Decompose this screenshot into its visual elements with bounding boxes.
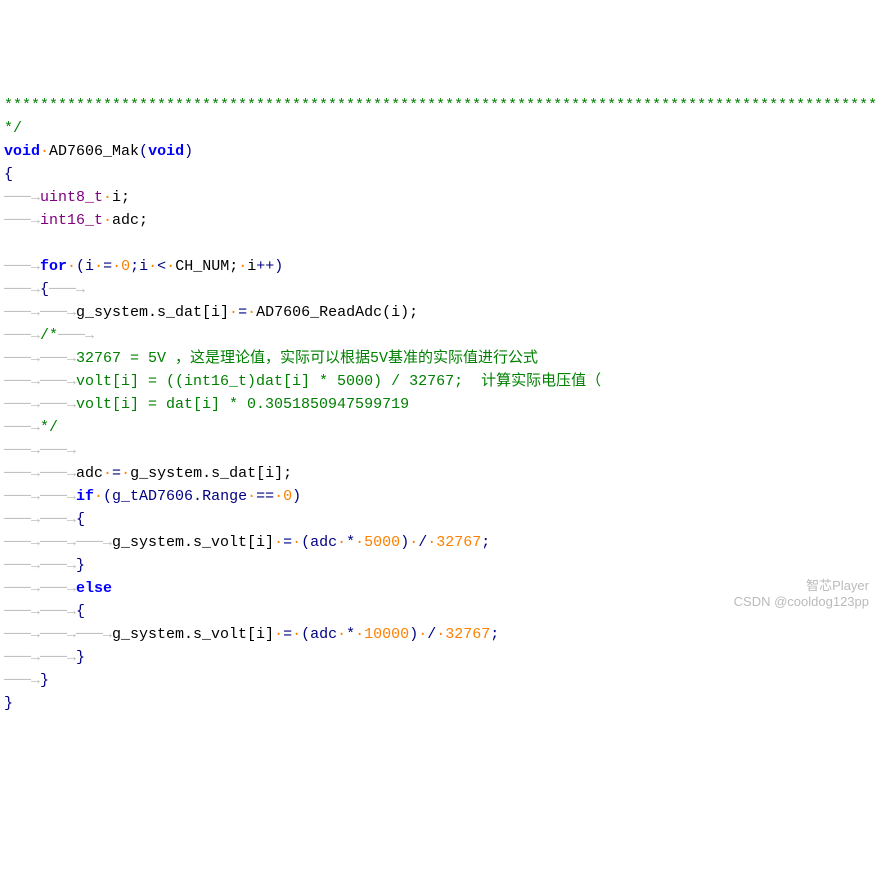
- watermark-line1: 智芯Player: [806, 578, 869, 593]
- comment-line: volt[i] = dat[i] * 0.3051850947599719: [76, 396, 409, 413]
- kw-else: else: [76, 580, 112, 597]
- fn-name: AD7606_Mak: [49, 143, 139, 160]
- comment-close: */: [4, 120, 22, 137]
- comment-line: volt[i] = ((int16_t)dat[i] * 5000) / 327…: [76, 373, 601, 390]
- watermark-line2: CSDN @cooldog123pp: [734, 594, 869, 609]
- kw-for: for: [40, 258, 67, 275]
- type: int16_t: [40, 212, 103, 229]
- brace-close: }: [4, 695, 13, 712]
- comment-stars: ****************************************…: [4, 97, 879, 114]
- comment-line: 32767 = 5V ，这是理论值，实际可以根据5V基准的实际值进行公式: [76, 350, 538, 367]
- kw-void: void: [4, 143, 40, 160]
- block-comment-open: /*: [40, 327, 58, 344]
- brace-open: {: [4, 166, 13, 183]
- code-editor: ****************************************…: [4, 94, 875, 715]
- kw-if: if: [76, 488, 94, 505]
- watermark: 智芯Player CSDN @cooldog123pp: [734, 578, 869, 610]
- type: uint8_t: [40, 189, 103, 206]
- block-comment-close: */: [40, 419, 58, 436]
